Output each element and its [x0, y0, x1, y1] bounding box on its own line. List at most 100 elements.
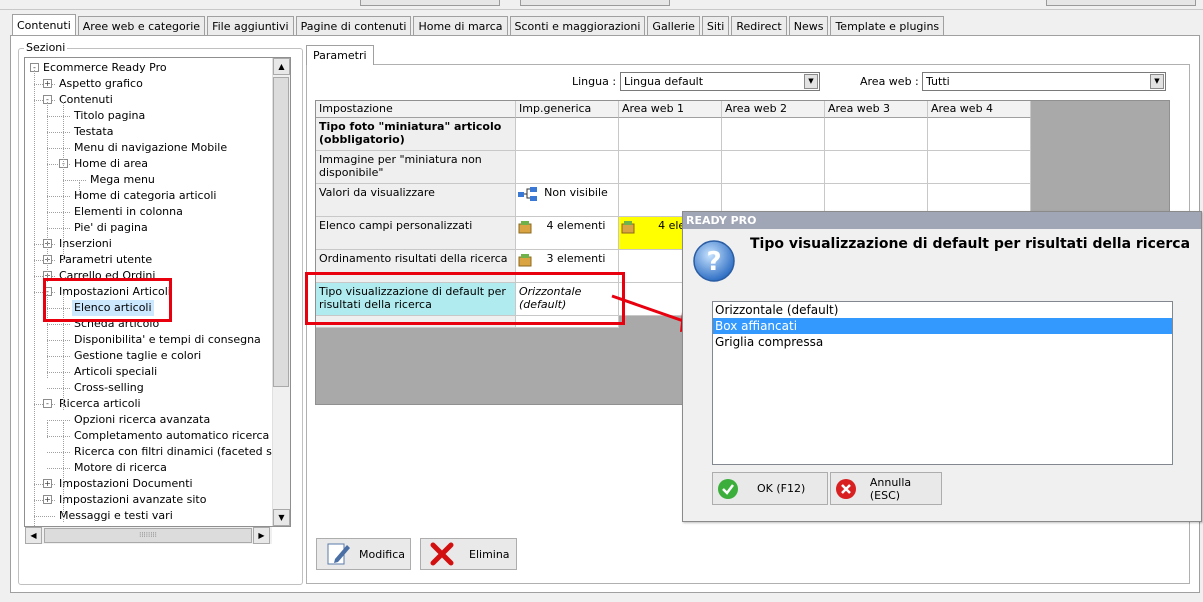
- area-value-cell[interactable]: [928, 118, 1031, 151]
- setting-label[interactable]: Tipo foto "miniatura" articolo (obbligat…: [316, 118, 516, 151]
- generic-value-cell[interactable]: [516, 151, 619, 184]
- column-header[interactable]: Area web 1: [619, 101, 722, 118]
- tree-item[interactable]: Aspetto grafico: [57, 76, 145, 92]
- area-value-cell[interactable]: [722, 151, 825, 184]
- tree-item[interactable]: Menu di navigazione Mobile: [72, 140, 229, 156]
- top-button-far-right[interactable]: [1046, 0, 1196, 6]
- area-value-cell[interactable]: [928, 151, 1031, 184]
- tab-siti[interactable]: Siti: [701, 16, 730, 36]
- tab-parametri[interactable]: Parametri: [306, 45, 374, 65]
- tree-item[interactable]: Opzioni ricerca avanzata: [72, 412, 212, 428]
- tab-file-aggiuntivi[interactable]: File aggiuntivi: [207, 16, 294, 36]
- top-button-right[interactable]: [520, 0, 670, 6]
- options-listbox[interactable]: Orizzontale (default) Box affiancati Grigl…: [712, 301, 1173, 465]
- tree-item[interactable]: Disponibilita' e tempi di consegna: [72, 332, 263, 348]
- area-value-cell[interactable]: [619, 118, 722, 151]
- generic-value-cell[interactable]: [516, 118, 619, 151]
- cancel-x-icon: [836, 478, 856, 499]
- question-icon: ?: [693, 240, 735, 282]
- tree-item[interactable]: Articoli speciali: [72, 364, 159, 380]
- tree-item[interactable]: Messaggi e testi vari: [57, 508, 175, 524]
- hscroll-thumb[interactable]: ⁞⁞⁞⁞⁞⁞⁞⁞: [44, 528, 252, 543]
- tree-item[interactable]: Inserzioni: [57, 236, 114, 252]
- list-item[interactable]: Orizzontale (default): [713, 302, 1172, 318]
- tree-item[interactable]: Impostazioni Documenti: [57, 476, 195, 492]
- tree-connector: [47, 324, 70, 325]
- modify-button[interactable]: Modifica: [316, 538, 411, 570]
- tab-pagine-di-contenuti[interactable]: Pagine di contenuti: [295, 16, 412, 36]
- generic-value-cell[interactable]: Non visibile: [516, 184, 619, 217]
- tree-item[interactable]: Mega menu: [88, 172, 157, 188]
- generic-value-cell[interactable]: 4 elementi: [516, 217, 619, 250]
- list-item[interactable]: Box affiancati: [713, 318, 1172, 334]
- tree-item[interactable]: Gestione taglie e colori: [72, 348, 203, 364]
- tab-home-di-marca[interactable]: Home di marca: [413, 16, 508, 36]
- column-header[interactable]: Area web 2: [722, 101, 825, 118]
- tab-template-e-plugins[interactable]: Template e plugins: [830, 16, 945, 36]
- tree-item[interactable]: Cross-selling: [72, 380, 146, 396]
- tree-item[interactable]: Completamento automatico ricerca: [72, 428, 271, 444]
- column-header[interactable]: Area web 4: [928, 101, 1031, 118]
- expand-icon[interactable]: +: [43, 495, 52, 504]
- tree-connector: [47, 422, 48, 438]
- setting-label[interactable]: Immagine per "miniatura non disponibile": [316, 151, 516, 184]
- column-header[interactable]: Impostazione: [316, 101, 516, 118]
- expand-icon[interactable]: +: [43, 79, 52, 88]
- tab-sconti-e-maggiorazioni[interactable]: Sconti e maggiorazioni: [509, 16, 646, 36]
- annotation-red-box-row: [305, 272, 625, 325]
- tree-item[interactable]: Ricerca con filtri dinamici (faceted sea…: [72, 444, 290, 460]
- tab-gallerie[interactable]: Gallerie: [647, 16, 700, 36]
- scroll-left-arrow-icon[interactable]: ◀: [25, 527, 42, 544]
- tree-icon: [518, 187, 537, 201]
- area-value-cell[interactable]: [722, 118, 825, 151]
- tree-item[interactable]: Home di categoria articoli: [72, 188, 218, 204]
- tree-item[interactable]: Motore di ricerca: [72, 460, 169, 476]
- tree-connector: [63, 180, 86, 181]
- sections-legend: Sezioni: [24, 41, 68, 54]
- list-item[interactable]: Griglia compressa: [713, 334, 1172, 350]
- tree-connector: [34, 70, 35, 526]
- tree-item[interactable]: Testata: [72, 124, 115, 140]
- ok-button[interactable]: OK (F12): [712, 472, 828, 505]
- dialog-title: READY PRO: [683, 212, 1201, 229]
- scroll-down-arrow-icon[interactable]: ▼: [273, 509, 290, 526]
- area-value-cell[interactable]: [619, 151, 722, 184]
- tab-news[interactable]: News: [788, 16, 829, 36]
- tree-item[interactable]: Impostazioni avanzate sito: [57, 492, 208, 508]
- chevron-down-icon[interactable]: ▼: [1150, 74, 1164, 89]
- tree-item[interactable]: Home di area: [72, 156, 150, 172]
- collapse-icon[interactable]: -: [43, 399, 52, 408]
- language-select-value: Lingua default: [624, 75, 704, 88]
- tree-item[interactable]: Ricerca articoli: [57, 396, 143, 412]
- tree-connector: [47, 436, 70, 437]
- tree-item[interactable]: Contenuti: [57, 92, 115, 108]
- tree-scroll-thumb[interactable]: [273, 77, 289, 387]
- tree-connector: [47, 196, 70, 197]
- scroll-right-arrow-icon[interactable]: ▶: [253, 527, 270, 544]
- delete-button[interactable]: Elimina: [420, 538, 517, 570]
- expand-icon[interactable]: +: [43, 479, 52, 488]
- cancel-button[interactable]: Annulla (ESC): [830, 472, 942, 505]
- tree-item[interactable]: Parametri utente: [57, 252, 154, 268]
- tree-item[interactable]: Titolo pagina: [72, 108, 147, 124]
- webarea-select[interactable]: Tutti ▼: [922, 72, 1166, 91]
- box-icon: [518, 221, 532, 234]
- tree-item[interactable]: Elementi in colonna: [72, 204, 185, 220]
- setting-label[interactable]: Valori da visualizzare: [316, 184, 516, 217]
- column-header[interactable]: Area web 3: [825, 101, 928, 118]
- setting-label[interactable]: Elenco campi personalizzati: [316, 217, 516, 250]
- tree-connector: [63, 102, 64, 262]
- tab-aree-web-e-categorie[interactable]: Aree web e categorie: [77, 16, 206, 36]
- tree-item[interactable]: Pie' di pagina: [72, 220, 150, 236]
- chevron-down-icon[interactable]: ▼: [804, 74, 818, 89]
- scroll-up-arrow-icon[interactable]: ▲: [273, 58, 290, 75]
- column-header[interactable]: Imp.generica: [516, 101, 619, 118]
- area-value-cell[interactable]: [825, 151, 928, 184]
- area-value-cell[interactable]: [825, 118, 928, 151]
- tab-contenuti[interactable]: Contenuti: [12, 14, 76, 36]
- tab-redirect[interactable]: Redirect: [731, 16, 787, 36]
- tree-item[interactable]: Ecommerce Ready Pro: [41, 60, 169, 76]
- tree-horizontal-scrollbar[interactable]: ◀ ▶ ⁞⁞⁞⁞⁞⁞⁞⁞: [25, 527, 272, 544]
- top-button-left[interactable]: [360, 0, 500, 6]
- language-select[interactable]: Lingua default ▼: [620, 72, 820, 91]
